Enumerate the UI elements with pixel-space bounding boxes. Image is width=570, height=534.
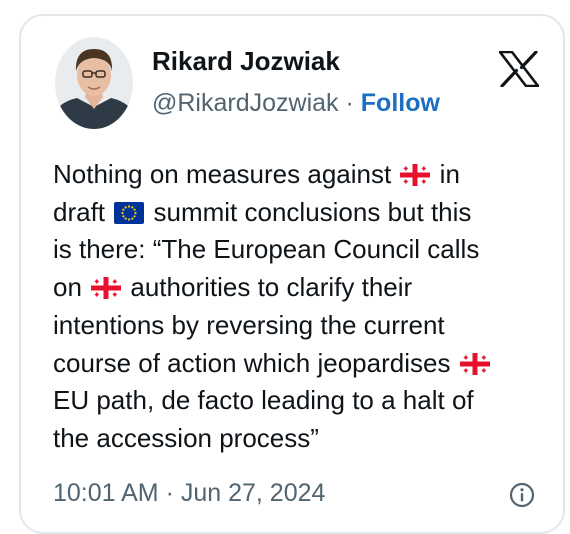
tweet-text-segment: draft bbox=[53, 196, 106, 227]
tweet-text-segment: summit conclusions but this bbox=[153, 196, 472, 227]
tweet-line-3: is there: “The European Council calls bbox=[53, 234, 480, 265]
tweet-text-segment: on bbox=[53, 272, 82, 303]
tweet-line-7: EU path, de facto leading to a halt of bbox=[53, 385, 474, 416]
eu-flag-icon bbox=[114, 201, 145, 224]
handle-row: @RikardJozwiak · Follow bbox=[152, 89, 440, 118]
tweet-line-4: on authorities to clarify their bbox=[53, 269, 558, 307]
tweet-text-segment: course of action which jeopardises bbox=[53, 347, 451, 378]
tweet-line-1: Nothing on measures against in bbox=[53, 156, 558, 194]
tweet-text-segment: authorities to clarify their bbox=[130, 272, 413, 303]
tweet-text-segment: Nothing on measures against bbox=[53, 159, 392, 189]
georgia-flag-icon bbox=[400, 164, 431, 186]
follow-button[interactable]: Follow bbox=[361, 89, 440, 117]
separator: · bbox=[345, 89, 354, 117]
author-handle[interactable]: @RikardJozwiak bbox=[152, 89, 339, 117]
tweet-text-segment: in bbox=[439, 159, 460, 189]
tweet-line-8: the accession process” bbox=[53, 422, 319, 453]
timestamp-link[interactable]: 10:01 AM · Jun 27, 2024 bbox=[53, 479, 325, 508]
tweet-text: Nothing on measures against in draft sum… bbox=[53, 156, 558, 458]
author-name[interactable]: Rikard Jozwiak bbox=[152, 46, 340, 77]
georgia-flag-icon bbox=[91, 277, 122, 300]
x-logo-icon[interactable] bbox=[498, 50, 540, 88]
tweet-line-2: draft summit conclusions but this bbox=[53, 194, 558, 232]
tweet-line-5: intentions by reversing the current bbox=[53, 309, 445, 340]
tweet-line-6: course of action which jeopardises bbox=[53, 345, 558, 383]
georgia-flag-icon bbox=[459, 352, 490, 375]
avatar[interactable] bbox=[55, 37, 133, 129]
tweet-card[interactable]: Rikard Jozwiak @RikardJozwiak · Follow N… bbox=[19, 14, 565, 534]
info-icon[interactable] bbox=[509, 482, 535, 508]
